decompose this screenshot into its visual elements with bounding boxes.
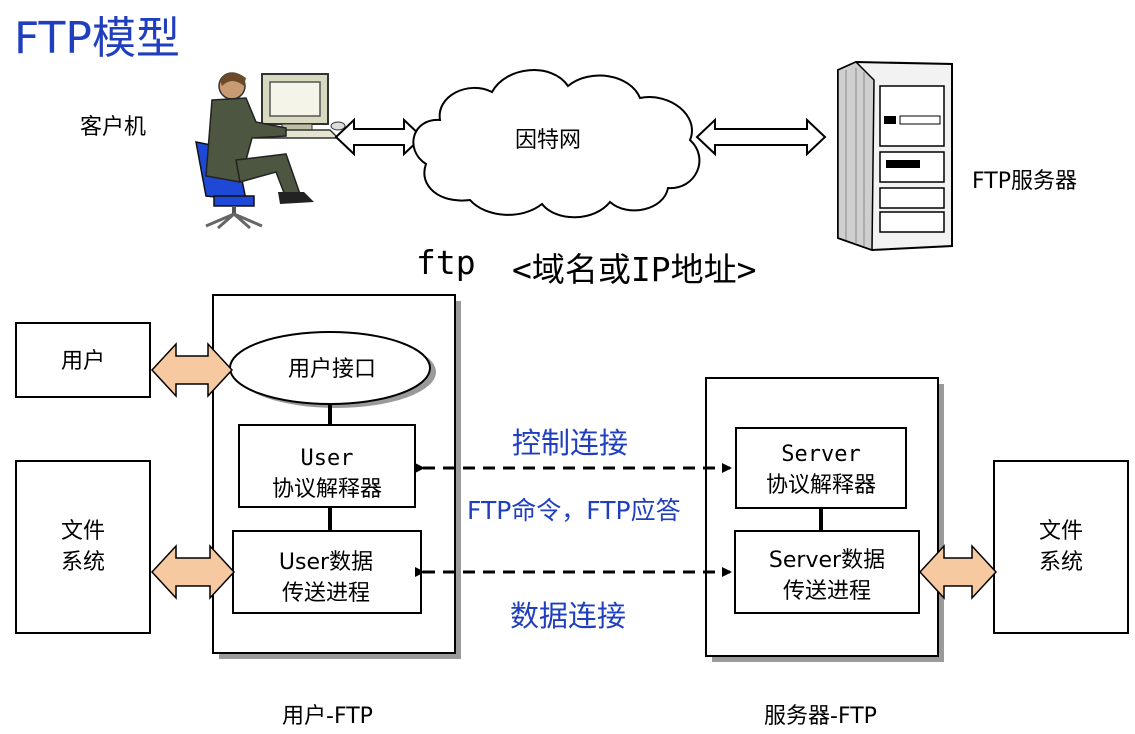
server-ftp-caption: 服务器-FTP xyxy=(764,704,877,729)
server-dt-line1: Server数据 xyxy=(768,548,886,573)
ftp-command-argument: <域名或IP地址> xyxy=(512,250,757,289)
server-dt-label: Server数据 传送进程 xyxy=(737,545,917,607)
user-dt-line1: User数据 xyxy=(278,550,374,575)
user-pi-label: User 协议解释器 xyxy=(241,443,413,505)
fs-right-line2: 系统 xyxy=(1038,550,1083,575)
server-pi-line2: 协议解释器 xyxy=(765,473,876,498)
fs-left-line2: 系统 xyxy=(60,550,105,575)
user-pi-line2: 协议解释器 xyxy=(271,477,382,502)
server-pi-label: Server 协议解释器 xyxy=(738,439,904,501)
user-ftp-caption: 用户-FTP xyxy=(282,704,373,729)
network-server-arrow xyxy=(695,117,827,157)
page-title: FTP模型 xyxy=(14,13,180,64)
server-pi-line1: Server xyxy=(781,442,861,467)
file-system-left-label: 文件 系统 xyxy=(18,516,148,578)
fs-left-line1: 文件 xyxy=(60,519,105,544)
user-interface-label: 用户接口 xyxy=(232,354,432,385)
user-box-label: 用户 xyxy=(18,346,148,377)
network-label: 因特网 xyxy=(515,128,582,153)
user-dt-label: User数据 传送进程 xyxy=(234,547,418,609)
ftp-commands-replies-label: FTP命令，FTP应答 xyxy=(467,496,681,525)
ftp-server-label: FTP服务器 xyxy=(972,169,1077,194)
client-computer-illustration xyxy=(195,72,346,230)
control-connection-label: 控制连接 xyxy=(512,426,629,460)
server-dt-line2: 传送进程 xyxy=(782,579,871,604)
user-pi-line1: User xyxy=(300,446,354,471)
user-interface-text: 用户接口 xyxy=(287,357,376,382)
user-dt-line2: 传送进程 xyxy=(281,581,370,606)
user-label: 用户 xyxy=(60,349,105,374)
ftp-server-tower-illustration xyxy=(837,60,953,252)
client-label: 客户机 xyxy=(80,115,147,140)
data-connection-label: 数据连接 xyxy=(510,599,627,633)
ftp-command-prefix: ftp xyxy=(416,243,476,282)
client-network-arrow xyxy=(334,117,424,157)
file-system-right-label: 文件 系统 xyxy=(996,516,1126,578)
fs-right-line1: 文件 xyxy=(1038,519,1083,544)
